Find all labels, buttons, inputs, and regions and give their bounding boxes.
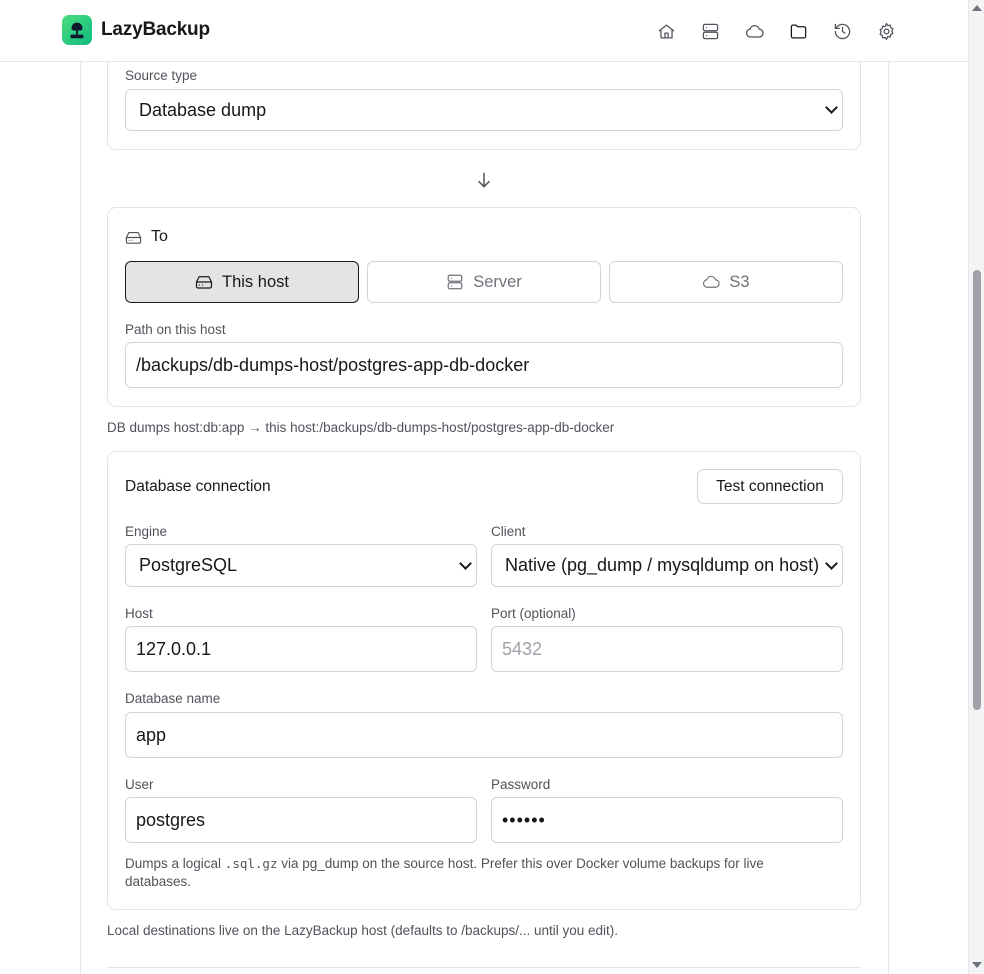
database-name-label: Database name <box>125 691 221 706</box>
section-divider <box>107 967 861 968</box>
hard-drive-icon <box>125 229 143 247</box>
scroll-down-icon[interactable] <box>972 962 982 968</box>
port-label: Port (optional) <box>491 606 576 621</box>
top-nav <box>654 19 898 43</box>
cloud-icon[interactable] <box>742 19 766 43</box>
cloud-icon <box>703 275 721 288</box>
app-name: LazyBackup <box>101 19 210 40</box>
database-name-input[interactable]: app <box>125 712 843 758</box>
client-label: Client <box>491 524 526 539</box>
host-input[interactable]: 127.0.0.1 <box>125 626 477 672</box>
destination-option-s3[interactable]: S3 <box>609 261 843 303</box>
test-connection-button[interactable]: Test connection <box>697 469 843 504</box>
server-icon <box>447 274 463 290</box>
scroll-up-icon[interactable] <box>972 5 982 11</box>
arrow-down-icon <box>474 170 494 190</box>
client-select[interactable]: Native (pg_dump / mysqldump on host) <box>491 544 843 587</box>
server-icon[interactable] <box>698 19 722 43</box>
lazybackup-logo-icon <box>62 15 92 45</box>
gear-icon[interactable] <box>874 19 898 43</box>
vertical-scrollbar[interactable] <box>968 0 984 974</box>
path-input[interactable]: /backups/db-dumps-host/postgres-app-db-d… <box>125 342 843 388</box>
destination-option-this-host[interactable]: This host <box>125 261 359 303</box>
dump-help-text: Dumps a logical .sql.gz via pg_dump on t… <box>125 856 764 889</box>
scroll-thumb[interactable] <box>973 270 981 710</box>
destination-option-server[interactable]: Server <box>367 261 601 303</box>
source-type-label: Source type <box>125 68 198 83</box>
engine-label: Engine <box>125 524 168 539</box>
folder-icon[interactable] <box>786 19 810 43</box>
backup-summary: DB dumps host:db:app → this host:/backup… <box>107 420 615 435</box>
port-input[interactable]: 5432 <box>491 626 843 672</box>
database-connection-title: Database connection <box>125 478 271 495</box>
user-label: User <box>125 777 154 792</box>
host-label: Host <box>125 606 153 621</box>
local-destination-note: Local destinations live on the LazyBacku… <box>107 923 619 938</box>
password-input[interactable]: •••••• <box>491 797 843 843</box>
history-icon[interactable] <box>830 19 854 43</box>
hard-drive-icon <box>195 276 213 289</box>
user-input[interactable]: postgres <box>125 797 477 843</box>
destination-title: To <box>151 228 168 245</box>
home-icon[interactable] <box>654 19 678 43</box>
password-label: Password <box>491 777 551 792</box>
source-type-select[interactable]: Database dump <box>125 89 843 131</box>
engine-select[interactable]: PostgreSQL <box>125 544 477 587</box>
brand[interactable]: LazyBackup <box>62 15 210 45</box>
top-header: LazyBackup <box>0 0 968 62</box>
path-label: Path on this host <box>125 322 226 337</box>
